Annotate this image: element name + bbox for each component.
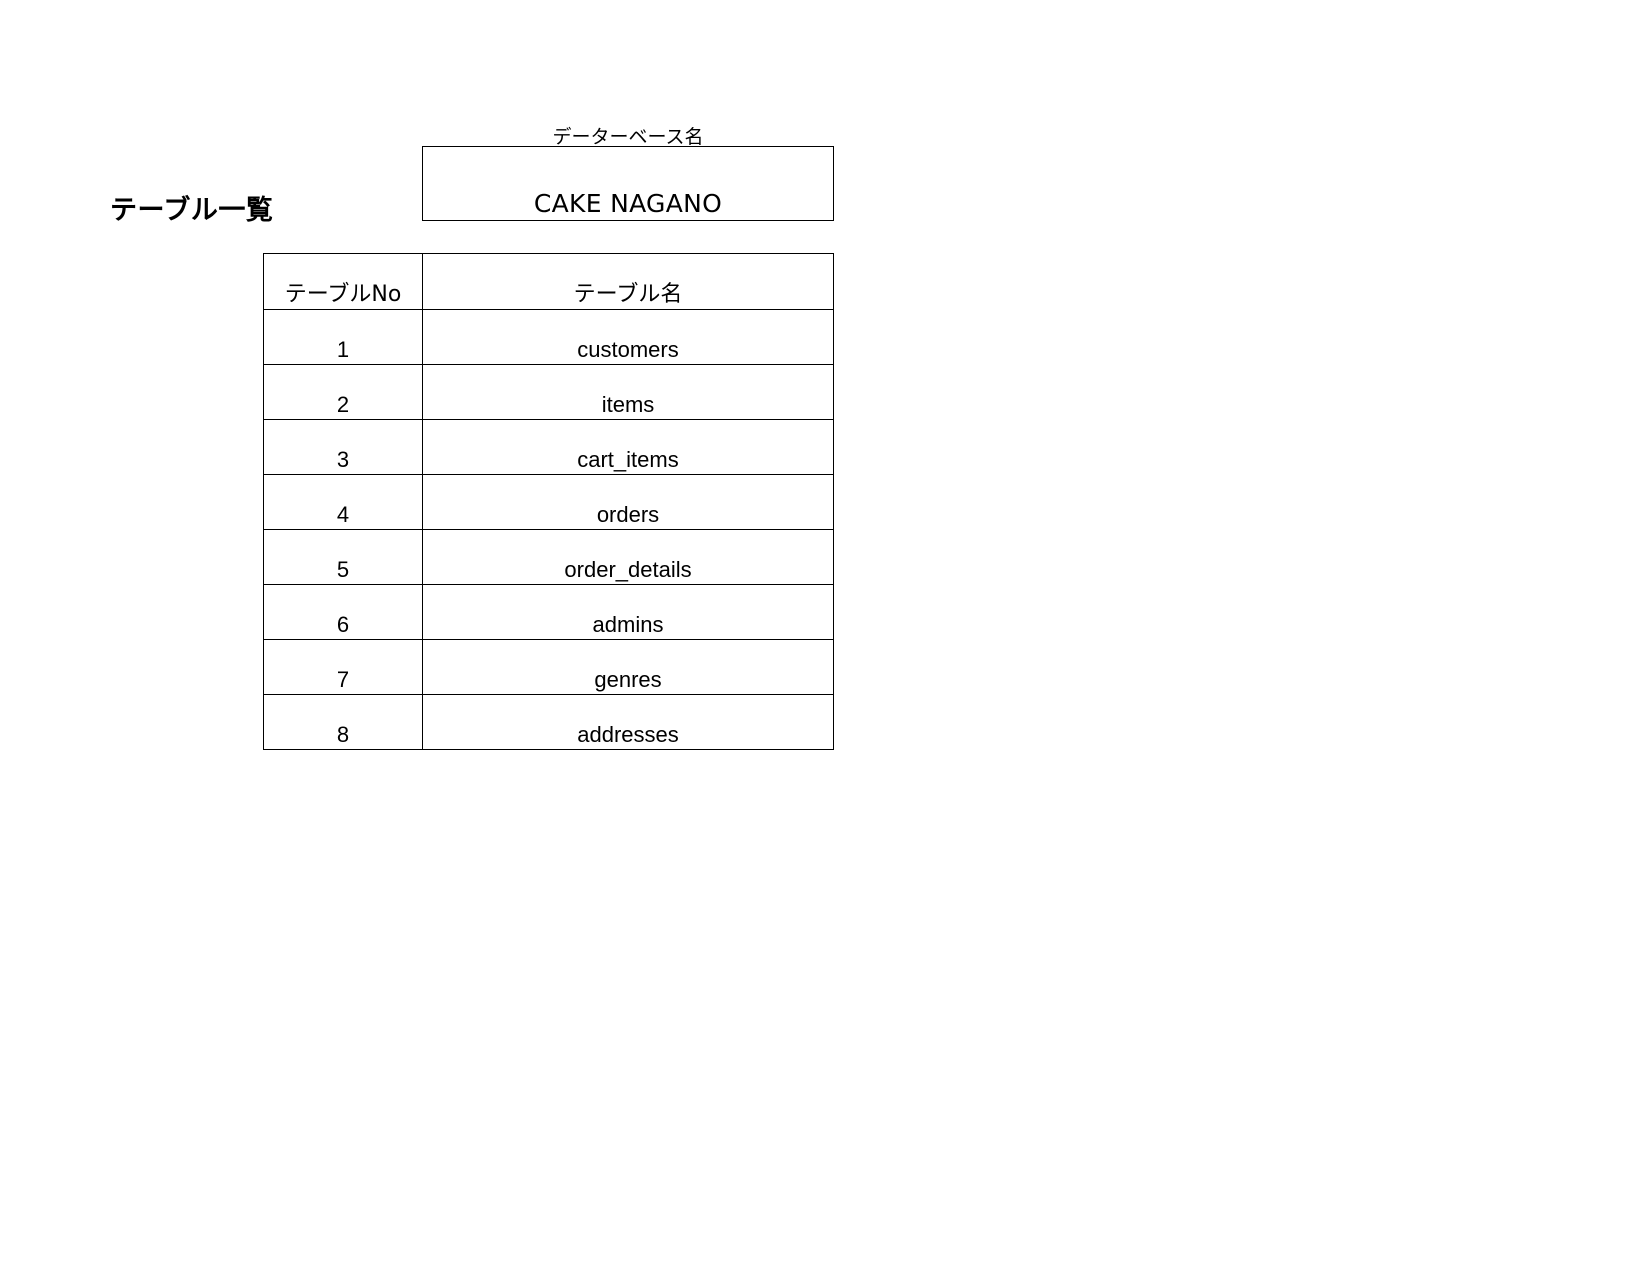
table-row-name: items bbox=[422, 364, 834, 420]
table-row-name: admins bbox=[422, 584, 834, 640]
table-row: 5 order_details bbox=[263, 529, 834, 585]
header-table-name: テーブル名 bbox=[422, 253, 834, 310]
table-row-no: 6 bbox=[263, 584, 423, 640]
page-title: テーブル一覧 bbox=[110, 195, 274, 226]
table-list-grid: テーブルNo テーブル名 1 customers 2 items 3 cart_… bbox=[263, 253, 834, 750]
table-row-no: 4 bbox=[263, 474, 423, 530]
table-row-no: 1 bbox=[263, 309, 423, 365]
table-row-name: customers bbox=[422, 309, 834, 365]
table-row-name: orders bbox=[422, 474, 834, 530]
table-row: 8 addresses bbox=[263, 694, 834, 750]
table-header-row: テーブルNo テーブル名 bbox=[263, 253, 834, 310]
table-row-name: genres bbox=[422, 639, 834, 695]
table-row-no: 3 bbox=[263, 419, 423, 475]
table-row-name: order_details bbox=[422, 529, 834, 585]
table-row-name: cart_items bbox=[422, 419, 834, 475]
table-row-no: 8 bbox=[263, 694, 423, 750]
table-row: 6 admins bbox=[263, 584, 834, 640]
table-row: 4 orders bbox=[263, 474, 834, 530]
table-list: テーブルNo テーブル名 1 customers 2 items 3 cart_… bbox=[263, 253, 834, 750]
table-row-name: addresses bbox=[422, 694, 834, 750]
table-row-no: 7 bbox=[263, 639, 423, 695]
table-row: 3 cart_items bbox=[263, 419, 834, 475]
header-table-no: テーブルNo bbox=[263, 253, 423, 310]
database-name-label: データーベース名 bbox=[552, 126, 704, 148]
table-row: 2 items bbox=[263, 364, 834, 420]
database-name-value: CAKE NAGANO bbox=[533, 189, 723, 218]
table-row: 7 genres bbox=[263, 639, 834, 695]
table-row-no: 2 bbox=[263, 364, 423, 420]
table-row-no: 5 bbox=[263, 529, 423, 585]
table-row: 1 customers bbox=[263, 309, 834, 365]
database-name-box: CAKE NAGANO bbox=[422, 146, 834, 221]
